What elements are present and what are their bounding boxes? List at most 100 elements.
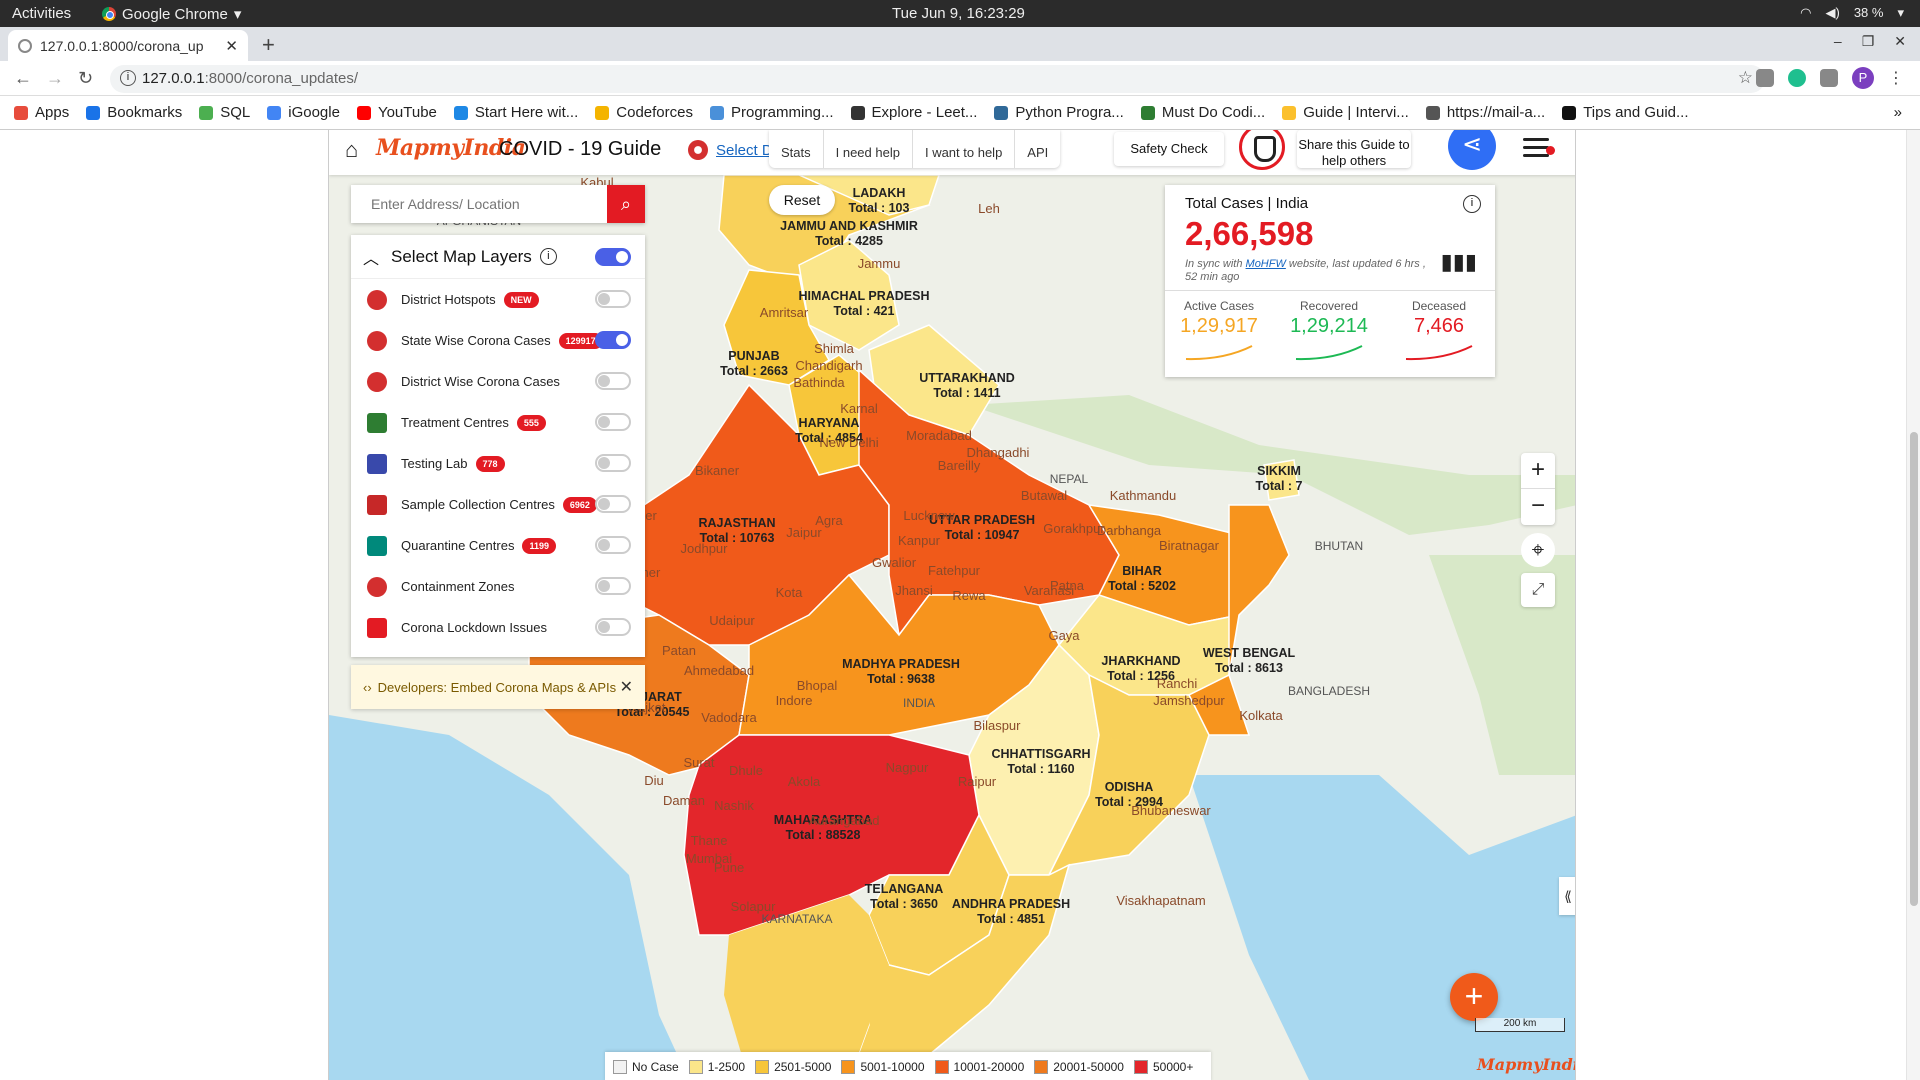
place-label: Biratnagar [1159,538,1220,553]
new-tab-button[interactable]: + [262,32,275,58]
share-guide-button[interactable]: Share this Guide to help others [1297,130,1411,168]
bookmark-item[interactable]: Bookmarks [86,104,182,121]
bookmark-item[interactable]: SQL [199,104,250,121]
scrollbar-thumb[interactable] [1910,432,1918,906]
page-scrollbar[interactable] [1906,130,1920,1080]
layer-row[interactable]: State Wise Corona Cases 129917 [351,320,645,361]
layer-row[interactable]: Quarantine Centres 1199 [351,525,645,566]
info-icon[interactable]: i [539,248,557,265]
api-button[interactable]: API [1015,130,1060,168]
app-menu[interactable]: Google Chrome ▾ [102,5,241,23]
layer-row[interactable]: Corona Lockdown Issues [351,607,645,648]
state-total-label: Total : 1160 [1007,762,1074,776]
bookmark-item[interactable]: YouTube [356,104,437,121]
layer-row[interactable]: Testing Lab 778 [351,443,645,484]
close-icon[interactable]: ✕ [620,677,633,697]
layer-row[interactable]: District Wise Corona Cases [351,361,645,402]
legend-swatch [755,1060,770,1074]
layer-toggle[interactable] [595,577,631,595]
mohfw-link[interactable]: MoHFW [1246,258,1286,270]
layer-row[interactable]: Containment Zones [351,566,645,607]
search-button[interactable]: ⌕ [607,185,645,223]
back-button[interactable]: ← [14,68,32,89]
bookmark-item[interactable]: Python Progra... [994,104,1124,121]
search-input[interactable] [351,185,601,223]
safety-check-button[interactable]: Safety Check [1114,132,1224,166]
layer-toggle[interactable] [595,454,631,472]
bookmark-item[interactable]: Apps [14,104,69,121]
layer-toggle[interactable] [595,331,631,349]
layer-label: Treatment Centres [401,415,509,430]
layer-toggle[interactable] [595,372,631,390]
chevron-up-icon[interactable]: ︿ [363,245,379,269]
layer-toggle[interactable] [595,536,631,554]
bookmark-item[interactable]: Codeforces [595,104,693,121]
browser-tab[interactable]: 127.0.0.1:8000/corona_up ✕ [8,30,248,61]
more-bookmarks-icon[interactable]: » [1894,104,1902,121]
hamburger-menu-icon[interactable] [1523,138,1555,162]
bookmark-item[interactable]: Explore - Leet... [850,104,977,121]
all-layers-toggle[interactable] [595,248,631,266]
sync-note: In sync with MoHFW website, last updated… [1185,258,1426,283]
bookmark-item[interactable]: Guide | Intervi... [1282,104,1409,121]
state-name-label: SIKKIM [1257,464,1301,478]
place-label: BANGLADESH [1288,684,1370,698]
layer-row[interactable]: Treatment Centres 555 [351,402,645,443]
layer-toggle[interactable] [595,618,631,636]
stats-button[interactable]: Stats [769,130,824,168]
forward-button[interactable]: → [46,68,64,89]
profile-avatar[interactable]: P [1852,67,1874,89]
developers-banner[interactable]: ‹› Developers: Embed Corona Maps & APIs … [351,665,645,709]
fullscreen-icon[interactable]: ⤢ [1521,573,1555,607]
activities-button[interactable]: Activities [12,5,71,22]
layer-row[interactable]: Sample Collection Centres 6962 [351,484,645,525]
i-want-to-help-button[interactable]: I want to help [913,130,1016,168]
state-total-label: Total : 103 [849,201,910,215]
info-icon[interactable]: i [120,70,136,86]
place-label: Raipur [958,774,997,789]
close-tab-icon[interactable]: ✕ [225,37,238,55]
system-tray[interactable]: ◠ ◀) 38 % ▾ [1800,5,1904,21]
close-window-button[interactable]: ✕ [1894,33,1906,50]
zoom-in-button[interactable]: + [1521,453,1555,489]
legend-item: 50000+ [1133,1060,1193,1074]
place-label: Akola [788,774,821,789]
bookmark-item[interactable]: Start Here wit... [453,104,578,121]
extension-icon[interactable] [1756,69,1774,87]
home-icon[interactable]: ⌂ [345,137,358,163]
collapse-panel-icon[interactable]: ⟪ [1559,877,1575,915]
reload-button[interactable]: ↻ [78,68,93,89]
bookmark-item[interactable]: Tips and Guid... [1562,104,1689,121]
layers-header[interactable]: ︿ Select Map Layers i [351,235,645,279]
layer-label: Corona Lockdown Issues [401,620,547,635]
clock[interactable]: Tue Jun 9, 16:23:29 [892,5,1025,22]
share-icon[interactable]: ⋖ [1448,130,1496,170]
chrome-menu-icon[interactable]: ⋮ [1888,68,1904,88]
locate-me-icon[interactable]: ⌖ [1521,533,1555,567]
add-fab-button[interactable]: + [1450,973,1498,1021]
layer-toggle[interactable] [595,495,631,513]
state-name-label: BIHAR [1122,564,1162,578]
bookmark-item[interactable]: Programming... [709,104,834,121]
bookmark-item[interactable]: Must Do Codi... [1140,104,1265,121]
bookmark-item[interactable]: https://mail-a... [1425,104,1545,121]
place-label: Jammu [858,256,901,271]
grammarly-icon[interactable] [1788,69,1806,87]
star-icon[interactable]: ☆ [1738,68,1753,88]
reset-button[interactable]: Reset [769,185,835,215]
bar-chart-icon[interactable]: ▮▮▮ [1441,249,1477,275]
minimize-button[interactable]: – [1834,33,1842,50]
i-need-help-button[interactable]: I need help [824,130,913,168]
layer-toggle[interactable] [595,413,631,431]
address-bar[interactable]: i 127.0.0.1:8000/corona_updates/ ☆ [110,65,1765,93]
cast-icon[interactable] [1820,69,1838,87]
info-icon[interactable]: i [1463,195,1481,213]
layer-toggle[interactable] [595,290,631,308]
legend-item: No Case [613,1060,679,1074]
zoom-out-button[interactable]: − [1521,489,1555,525]
layer-row[interactable]: District Hotspots NEW [351,279,645,320]
place-label: Ranchi [1157,676,1198,691]
shield-icon[interactable] [1239,130,1285,170]
restore-button[interactable]: ❐ [1862,33,1875,50]
bookmark-item[interactable]: iGoogle [267,104,340,121]
